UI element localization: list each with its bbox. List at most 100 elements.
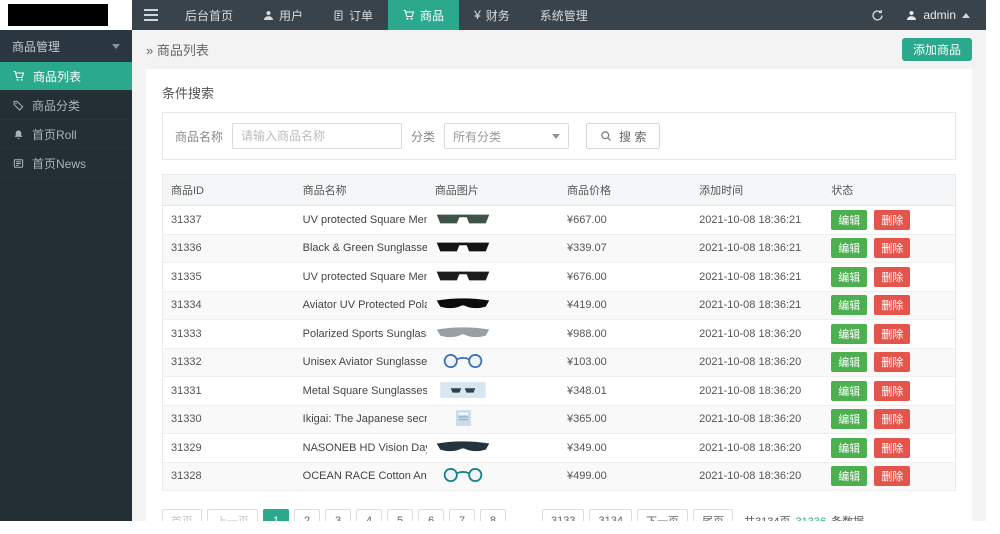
table-row: 31334 Aviator UV Protected Polarized Bla… bbox=[163, 291, 956, 320]
sidebar-item[interactable]: 商品列表 bbox=[0, 62, 132, 91]
delete-button[interactable]: 删除 bbox=[874, 324, 910, 344]
delete-button[interactable]: 删除 bbox=[874, 381, 910, 401]
pagination-button[interactable]: 3133 bbox=[542, 509, 584, 521]
added-time: 2021-10-08 18:36:21 bbox=[691, 291, 823, 320]
product-image-cell bbox=[427, 434, 559, 463]
product-name-input[interactable] bbox=[232, 123, 402, 149]
main-content: » 商品列表 添加商品 条件搜索 商品名称 分类 所有分类 搜 索 bbox=[132, 30, 986, 521]
category-label: 分类 bbox=[411, 128, 435, 145]
search-section-title: 条件搜索 bbox=[162, 83, 956, 102]
pagination-button-label: 下一页 bbox=[646, 516, 679, 521]
product-id: 31332 bbox=[163, 348, 295, 377]
added-time: 2021-10-08 18:36:21 bbox=[691, 234, 823, 263]
pagination-button[interactable]: 8 bbox=[480, 509, 506, 521]
product-name: Polarized Sports Sunglasses Mirror ... bbox=[295, 320, 427, 349]
add-product-button[interactable]: 添加商品 bbox=[902, 38, 972, 61]
search-button-label: 搜 索 bbox=[619, 128, 646, 145]
admin-menu[interactable]: admin bbox=[906, 8, 970, 22]
order-icon bbox=[333, 10, 344, 21]
sidebar-item[interactable]: 首页News bbox=[0, 149, 132, 178]
edit-button[interactable]: 编辑 bbox=[831, 438, 867, 458]
pagination-button[interactable]: 1 bbox=[263, 509, 289, 521]
sidebar-item[interactable]: 首页Roll bbox=[0, 120, 132, 149]
delete-button[interactable]: 删除 bbox=[874, 210, 910, 230]
content-card: 条件搜索 商品名称 分类 所有分类 搜 索 商品ID商品名称商品图片商品价格添加… bbox=[146, 69, 972, 521]
pagination-button[interactable]: 3 bbox=[325, 509, 351, 521]
status-cell: 编辑 删除 bbox=[823, 234, 955, 263]
pagination-button[interactable]: 尾页 bbox=[693, 509, 733, 521]
sidebar-item-label: 首页News bbox=[32, 155, 86, 172]
refresh-icon[interactable] bbox=[871, 9, 884, 22]
menu-toggle-icon[interactable] bbox=[132, 0, 170, 30]
product-price: ¥676.00 bbox=[559, 263, 691, 292]
delete-button[interactable]: 删除 bbox=[874, 267, 910, 287]
pagination-button[interactable]: 上一页 bbox=[207, 509, 258, 521]
topbar-right: admin bbox=[871, 8, 986, 22]
product-image bbox=[435, 437, 491, 456]
pagination-button[interactable]: 2 bbox=[294, 509, 320, 521]
total-records-count: 31336 bbox=[796, 516, 827, 521]
column-header-label: 商品名称 bbox=[303, 185, 347, 197]
chevron-down-icon bbox=[552, 134, 560, 139]
sidebar-item[interactable]: 商品分类 bbox=[0, 91, 132, 120]
product-price: ¥499.00 bbox=[559, 462, 691, 491]
pagination-button[interactable]: 下一页 bbox=[637, 509, 688, 521]
sidebar-group-product-management[interactable]: 商品管理 bbox=[0, 30, 132, 62]
product-name: OCEAN RACE Cotton Anti Pollution... bbox=[295, 462, 427, 491]
category-select[interactable]: 所有分类 bbox=[444, 123, 569, 149]
topnav-item[interactable]: 订单 bbox=[318, 0, 388, 30]
topnav-item[interactable]: 用户 bbox=[248, 0, 318, 30]
edit-button[interactable]: 编辑 bbox=[831, 295, 867, 315]
pagination-button[interactable]: 7 bbox=[449, 509, 475, 521]
edit-button[interactable]: 编辑 bbox=[831, 324, 867, 344]
products-table: 商品ID商品名称商品图片商品价格添加时间状态 31337 UV protecte… bbox=[162, 174, 956, 491]
pagination-button[interactable]: 4 bbox=[356, 509, 382, 521]
delete-button[interactable]: 删除 bbox=[874, 295, 910, 315]
column-header-label: 添加时间 bbox=[699, 185, 743, 197]
pagination-button[interactable]: 首页 bbox=[162, 509, 202, 521]
added-time: 2021-10-08 18:36:20 bbox=[691, 348, 823, 377]
edit-button[interactable]: 编辑 bbox=[831, 267, 867, 287]
delete-button[interactable]: 删除 bbox=[874, 438, 910, 458]
search-button[interactable]: 搜 索 bbox=[586, 123, 660, 149]
column-header: 商品图片 bbox=[427, 175, 559, 206]
pagination-button-label: ... bbox=[519, 515, 528, 521]
delete-button[interactable]: 删除 bbox=[874, 409, 910, 429]
category-select-value: 所有分类 bbox=[453, 128, 501, 145]
pagination-button[interactable]: 5 bbox=[387, 509, 413, 521]
edit-button[interactable]: 编辑 bbox=[831, 466, 867, 486]
column-header-label: 状态 bbox=[831, 185, 853, 197]
product-name: Aviator UV Protected Polarized Blac... bbox=[295, 291, 427, 320]
topnav-item[interactable]: 商品 bbox=[388, 0, 459, 30]
column-header-label: 商品价格 bbox=[567, 185, 611, 197]
topnav-item[interactable]: 后台首页 bbox=[170, 0, 248, 30]
pagination-button-label: 8 bbox=[490, 515, 496, 521]
product-price: ¥988.00 bbox=[559, 320, 691, 349]
edit-button[interactable]: 编辑 bbox=[831, 238, 867, 258]
pagination-button[interactable]: 6 bbox=[418, 509, 444, 521]
edit-button[interactable]: 编辑 bbox=[831, 409, 867, 429]
table-row: 31335 UV protected Square Men's Sungla..… bbox=[163, 263, 956, 292]
delete-button[interactable]: 删除 bbox=[874, 238, 910, 258]
records-suffix: 条数据 bbox=[831, 516, 864, 521]
topnav-item-label: 商品 bbox=[420, 7, 444, 24]
edit-button[interactable]: 编辑 bbox=[831, 352, 867, 372]
delete-button[interactable]: 删除 bbox=[874, 352, 910, 372]
delete-button[interactable]: 删除 bbox=[874, 466, 910, 486]
top-navigation: 后台首页 用户 订单 商品 ¥ 财务 系统管理 bbox=[170, 0, 603, 30]
pagination-button-label: 3 bbox=[335, 515, 341, 521]
topnav-item[interactable]: 系统管理 bbox=[525, 0, 603, 30]
edit-button[interactable]: 编辑 bbox=[831, 210, 867, 230]
product-image bbox=[435, 380, 491, 399]
sidebar-item-label: 首页Roll bbox=[32, 126, 77, 143]
added-time: 2021-10-08 18:36:20 bbox=[691, 405, 823, 434]
added-time: 2021-10-08 18:36:20 bbox=[691, 462, 823, 491]
topnav-item[interactable]: ¥ 财务 bbox=[459, 0, 525, 30]
logo bbox=[8, 4, 108, 26]
edit-button[interactable]: 编辑 bbox=[831, 381, 867, 401]
pagination-button[interactable]: 3134 bbox=[589, 509, 631, 521]
pagination-button-label: 3134 bbox=[598, 515, 622, 521]
product-image bbox=[435, 323, 491, 342]
status-cell: 编辑 删除 bbox=[823, 263, 955, 292]
product-name: UV protected Square Men's Sungla... bbox=[295, 206, 427, 235]
